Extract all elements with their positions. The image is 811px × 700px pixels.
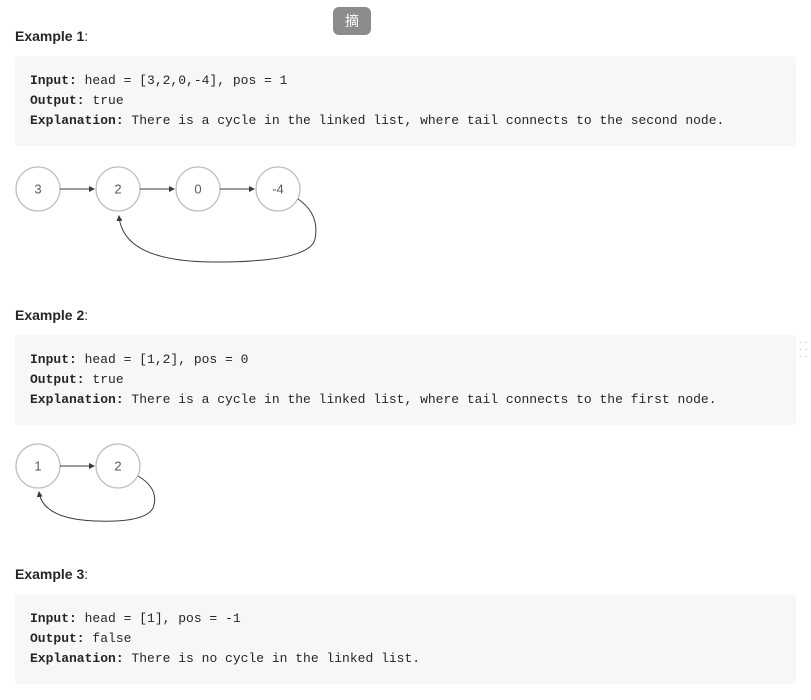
node-value: 0	[194, 182, 201, 197]
example-title: Example 3	[15, 566, 796, 582]
output-label: Output:	[30, 631, 85, 646]
output-label: Output:	[30, 372, 85, 387]
input-label: Input:	[30, 611, 77, 626]
explanation-label: Explanation:	[30, 392, 124, 407]
drag-handle-icon[interactable]: ······	[799, 340, 810, 361]
output-value: true	[85, 372, 124, 387]
summary-button[interactable]: 摘	[333, 7, 371, 35]
input-label: Input:	[30, 352, 77, 367]
code-block: Input: head = [1,2], pos = 0 Output: tru…	[15, 335, 796, 425]
explanation-value: There is a cycle in the linked list, whe…	[124, 392, 717, 407]
output-label: Output:	[30, 93, 85, 108]
linked-list-diagram: 3 2 0 -4	[15, 164, 796, 279]
output-value: false	[85, 631, 132, 646]
node-value: 2	[114, 459, 121, 474]
explanation-label: Explanation:	[30, 651, 124, 666]
input-value: head = [1,2], pos = 0	[77, 352, 249, 367]
explanation-value: There is a cycle in the linked list, whe…	[124, 113, 725, 128]
explanation-value: There is no cycle in the linked list.	[124, 651, 420, 666]
content-scroll[interactable]: Example 1 Input: head = [3,2,0,-4], pos …	[0, 0, 811, 700]
node-value: -4	[272, 182, 284, 197]
code-block: Input: head = [3,2,0,-4], pos = 1 Output…	[15, 56, 796, 146]
output-value: true	[85, 93, 124, 108]
example-title: Example 1	[15, 28, 796, 44]
node-value: 2	[114, 182, 121, 197]
input-label: Input:	[30, 73, 77, 88]
example-title: Example 2	[15, 307, 796, 323]
input-value: head = [3,2,0,-4], pos = 1	[77, 73, 288, 88]
code-block: Input: head = [1], pos = -1 Output: fals…	[15, 594, 796, 684]
linked-list-diagram: 1 2	[15, 443, 796, 538]
explanation-label: Explanation:	[30, 113, 124, 128]
input-value: head = [1], pos = -1	[77, 611, 241, 626]
node-value: 1	[34, 459, 41, 474]
node-value: 3	[34, 182, 41, 197]
